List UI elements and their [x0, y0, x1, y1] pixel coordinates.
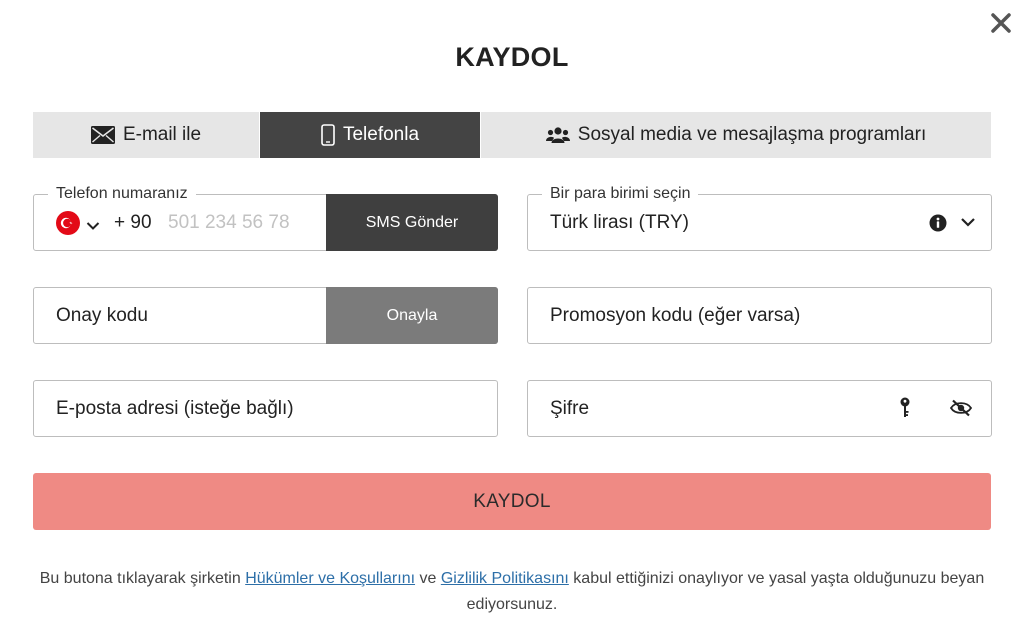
tab-email-label: E-mail ile	[122, 124, 202, 145]
key-icon[interactable]	[899, 397, 911, 424]
info-icon[interactable]	[929, 214, 947, 237]
phone-field: Telefon numaranız + 90 SMS Gönder	[33, 185, 498, 251]
email-field[interactable]: E-posta adresi (isteğe bağlı)	[33, 380, 498, 437]
modal-title: KAYDOL	[455, 42, 569, 72]
confirmation-code-placeholder: Onay kodu	[56, 304, 148, 326]
currency-value: Türk lirası (TRY)	[550, 211, 689, 233]
registration-tabs: E-mail ile Telefonla Sosyal media ve mes…	[33, 112, 991, 158]
terms-conditions-link[interactable]: Hükümler ve Koşullarını	[245, 570, 415, 587]
terms-text: Bu butona tıklayarak şirketin Hükümler v…	[20, 566, 1004, 618]
currency-select[interactable]: Bir para birimi seçin Türk lirası (TRY)	[527, 185, 992, 251]
terms-prefix: Bu butona tıklayarak şirketin	[39, 570, 246, 587]
users-icon	[545, 126, 570, 144]
phone-input[interactable]	[168, 207, 326, 239]
send-sms-button[interactable]: SMS Gönder	[326, 194, 498, 251]
chevron-down-icon	[960, 215, 976, 233]
tab-phone[interactable]: Telefonla	[260, 112, 480, 158]
phone-icon	[321, 124, 335, 146]
turkey-flag-icon	[56, 211, 80, 240]
dial-code: + 90	[114, 211, 152, 233]
chevron-down-icon	[86, 221, 100, 231]
confirm-button[interactable]: Onayla	[326, 287, 498, 344]
tab-social-label: Sosyal media ve mesajlaşma programları	[577, 124, 927, 145]
register-button[interactable]: KAYDOL	[33, 473, 991, 530]
eye-slash-icon[interactable]	[949, 399, 973, 422]
tab-email[interactable]: E-mail ile	[33, 112, 259, 158]
country-selector[interactable]	[56, 211, 100, 240]
promo-code-placeholder: Promosyon kodu (eğer varsa)	[550, 304, 801, 326]
close-icon	[991, 13, 1011, 33]
email-placeholder: E-posta adresi (isteğe bağlı)	[56, 397, 294, 419]
envelope-icon	[90, 126, 115, 144]
terms-middle: ve	[415, 570, 441, 587]
password-placeholder: Şifre	[550, 397, 590, 419]
confirmation-code-field[interactable]: Onay kodu Onayla	[33, 287, 498, 344]
tab-phone-label: Telefonla	[342, 124, 420, 145]
promo-code-field[interactable]: Promosyon kodu (eğer varsa)	[527, 287, 992, 344]
privacy-policy-link[interactable]: Gizlilik Politikasını	[441, 570, 569, 587]
password-field[interactable]: Şifre	[527, 380, 992, 437]
close-button[interactable]	[986, 8, 1016, 38]
tab-social[interactable]: Sosyal media ve mesajlaşma programları	[481, 112, 991, 158]
